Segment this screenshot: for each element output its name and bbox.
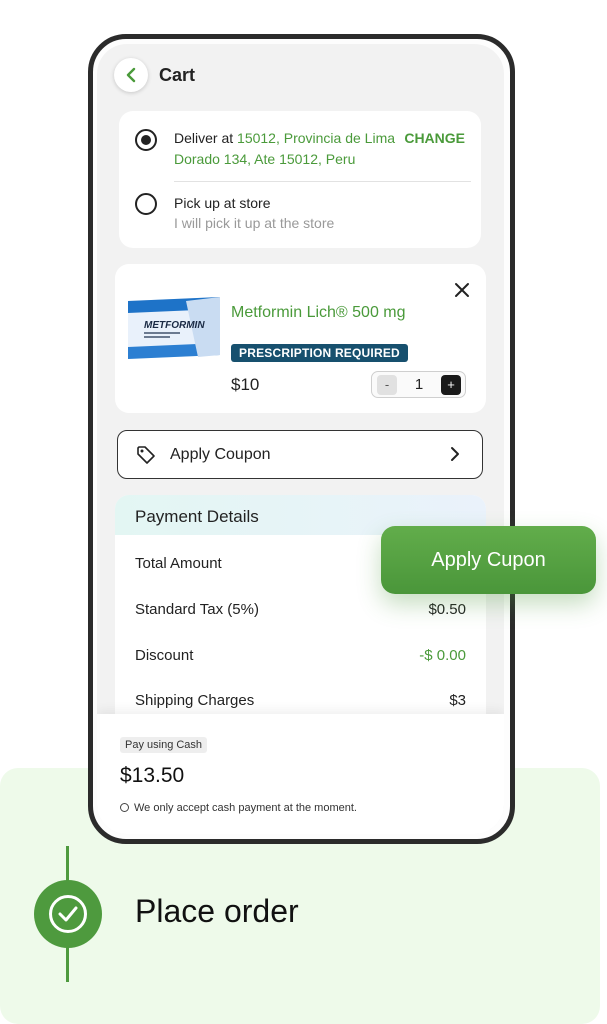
order-total: $13.50 — [120, 764, 185, 787]
payment-row: Discount -$ 0.00 — [135, 647, 466, 669]
payment-note: We only accept cash payment at the momen… — [120, 802, 357, 814]
checkout-footer: Pay using Cash $13.50 We only accept cas… — [97, 714, 504, 834]
delivery-options-card: Deliver at 15012, Provincia de Lima Dora… — [119, 111, 481, 248]
pickup-option-subtitle: I will pick it up at the store — [174, 215, 335, 231]
payment-row-label: Discount — [135, 647, 194, 664]
payment-details-title: Payment Details — [135, 507, 259, 526]
product-price: $10 — [231, 375, 260, 394]
deliver-radio[interactable] — [135, 129, 157, 151]
prescription-badge: PRESCRIPTION REQUIRED — [231, 344, 408, 362]
chevron-left-icon — [126, 67, 136, 83]
payment-row: Standard Tax (5%) $0.50 — [135, 601, 466, 623]
cart-item-card: METFORMIN Metformin Lich® 500 mg PRESCRI… — [115, 264, 486, 413]
back-button[interactable] — [114, 58, 148, 92]
address-line-2: Dorado 134, Ate 15012, Peru — [174, 151, 356, 167]
remove-item-button[interactable] — [454, 278, 470, 304]
page-title: Cart — [159, 65, 196, 85]
apply-coupon-row[interactable]: Apply Coupon — [117, 430, 483, 479]
step-label: Place order — [135, 893, 299, 929]
quantity-stepper: - 1 + — [371, 371, 466, 398]
divider — [174, 181, 471, 182]
tag-icon — [137, 446, 155, 464]
pickup-radio[interactable] — [135, 193, 157, 215]
payment-row-value: -$ 0.00 — [419, 647, 466, 664]
payment-note-text: We only accept cash payment at the momen… — [134, 802, 357, 814]
phone-screen: Cart Deliver at 15012, Provincia de Lima… — [97, 44, 504, 834]
pickup-option-title[interactable]: Pick up at store — [174, 195, 271, 211]
address-line-1: 15012, Provincia de Lima — [237, 130, 396, 146]
product-name[interactable]: Metformin Lich® 500 mg — [231, 302, 411, 323]
payment-method-badge: Pay using Cash — [120, 737, 208, 753]
deliver-prefix: Deliver at — [174, 130, 234, 146]
increase-quantity-button[interactable]: + — [441, 375, 461, 395]
apply-cupon-button[interactable]: Apply Cupon — [381, 526, 596, 594]
apply-coupon-label: Apply Coupon — [170, 446, 271, 463]
step-complete-badge — [34, 880, 102, 948]
change-address-link[interactable]: CHANGE — [404, 130, 465, 146]
info-icon — [120, 803, 129, 812]
quantity-value: 1 — [414, 376, 424, 393]
payment-row-value: $0.50 — [428, 601, 466, 618]
payment-row-label: Total Amount — [135, 555, 222, 572]
payment-row-value: $3 — [449, 692, 466, 709]
payment-row-label: Standard Tax (5%) — [135, 601, 259, 618]
close-icon — [455, 283, 469, 297]
check-icon — [49, 895, 87, 933]
stage: Place order Cart Deliver at 15012, Provi… — [0, 0, 607, 1024]
chevron-right-icon — [451, 447, 459, 461]
product-image: METFORMIN — [128, 295, 220, 360]
decrease-quantity-button[interactable]: - — [377, 375, 397, 395]
product-box-text: METFORMIN — [144, 320, 205, 331]
payment-row-label: Shipping Charges — [135, 692, 255, 709]
deliver-option-title[interactable]: Deliver at 15012, Provincia de Lima — [174, 130, 395, 146]
payment-row: Shipping Charges $3 — [135, 692, 466, 714]
app-header: Cart — [97, 58, 504, 94]
